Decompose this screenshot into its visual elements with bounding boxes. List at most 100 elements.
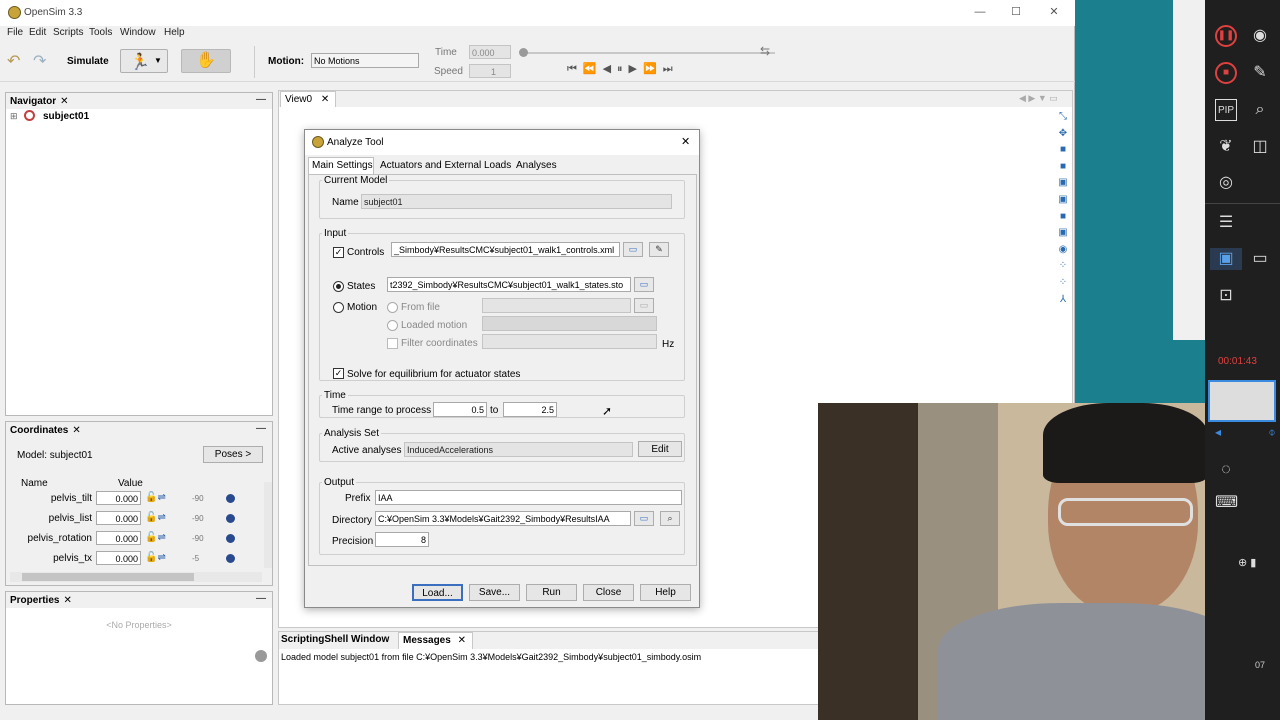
close-button[interactable]: Close [583,584,634,601]
stop-hand-button[interactable]: ✋ [181,49,231,73]
coord-value-field[interactable]: 0.000 [96,551,141,565]
dialog-close-icon[interactable]: ✕ [681,135,690,148]
preview-thumbnail[interactable] [1208,380,1276,422]
states-file-field[interactable]: t2392_Simbody¥ResultsCMC¥subject01_walk1… [387,277,631,292]
tab-messages[interactable]: Messages ✕ [398,632,473,649]
from-file-field [482,298,631,313]
zoom-icon[interactable]: ⌕ [1249,99,1271,121]
states-radio[interactable] [333,281,344,292]
keyboard-icon[interactable]: ⌨ [1215,492,1238,514]
properties-close-icon[interactable]: ✕ [63,595,71,606]
navigator-close-icon[interactable]: ✕ [60,96,68,107]
speaker-icon[interactable]: ◂ [1207,421,1229,443]
edit-analyses-button[interactable]: Edit [638,441,682,457]
precision-field[interactable]: 8 [375,532,429,547]
folder-icon[interactable]: ▭ [634,511,654,526]
lock-clamp-icons[interactable]: 🔓⇌ [145,512,166,523]
view-side-toolbar[interactable]: ⤡ ✥ ■ ■ ▣ ▣ ■ ▣ ◉ ⁘ ⁘ ⅄ [1055,109,1071,309]
undo-icon[interactable]: ↶ [7,54,27,70]
tab-nav-arrows[interactable]: ◀ ▶ ▼ ▭ [1019,93,1058,104]
tab-actuators[interactable]: Actuators and External Loads [380,160,511,171]
directory-field[interactable]: C:¥OpenSim 3.3¥Models¥Gait2392_Simbody¥R… [375,511,631,526]
tab-main-settings[interactable]: Main Settings [308,157,374,174]
browse-search-icon[interactable]: ⌕ [660,511,680,526]
group-title: Output [322,477,357,488]
simulate-run-button[interactable]: 🏃 ▼ [120,49,168,73]
minimize-panel-icon[interactable]: — [256,593,266,604]
effect-icon[interactable]: ❦ [1215,136,1237,158]
time-to-field[interactable]: 2.5 [503,402,557,417]
help-button[interactable]: Help [640,584,691,601]
coord-slider-thumb[interactable] [226,514,235,523]
coordinates-close-icon[interactable]: ✕ [72,425,80,436]
stop-record-icon[interactable]: ■ [1215,62,1237,84]
help-circle-icon[interactable] [255,650,267,662]
pen-icon[interactable]: ✎ [1249,62,1271,84]
coord-slider-thumb[interactable] [226,494,235,503]
menu-scripts[interactable]: Scripts [53,27,84,38]
time-from-field[interactable]: 0.5 [433,402,487,417]
minimize-button[interactable]: — [973,5,987,19]
filter-checkbox[interactable] [387,338,398,349]
run-button[interactable]: Run [526,584,577,601]
coord-value-field[interactable]: 0.000 [96,531,141,545]
menu-window[interactable]: Window [120,27,156,38]
tab-analyses[interactable]: Analyses [516,160,557,171]
tray-icons[interactable]: ⊕ ▮ [1238,556,1256,569]
menu-tools[interactable]: Tools [89,27,112,38]
from-file-radio[interactable] [387,302,398,313]
scrollbar-thumb[interactable] [22,573,194,581]
eye-icon[interactable]: ◎ [1215,172,1237,194]
coord-value-field[interactable]: 0.000 [96,511,141,525]
time-field[interactable]: 0.000 [469,45,511,59]
save-button[interactable]: Save... [469,584,520,601]
lock-clamp-icons[interactable]: 🔓⇌ [145,552,166,563]
motion-radio[interactable] [333,302,344,313]
camera-icon[interactable]: ◉ [1249,25,1271,47]
motion-select[interactable]: No Motions [311,53,419,68]
load-button[interactable]: Load... [412,584,463,601]
tab-view0[interactable]: View0 ✕ [280,91,336,107]
horizontal-scrollbar[interactable] [10,572,262,582]
pause-record-icon[interactable]: ❚❚ [1215,25,1237,47]
maximize-button[interactable]: ☐ [1009,5,1023,19]
redo-icon[interactable]: ↷ [33,54,53,70]
webcam-toggle-icon[interactable]: ◌ [1215,459,1237,481]
time-slider-thumb[interactable] [519,48,528,57]
lock-clamp-icons[interactable]: 🔓⇌ [145,532,166,543]
menu-help[interactable]: Help [164,27,185,38]
poses-button[interactable]: Poses > [203,446,263,463]
minimize-panel-icon[interactable]: — [256,423,266,434]
controls-file-field[interactable]: _Simbody¥ResultsCMC¥subject01_walk1_cont… [391,242,620,257]
loop-icon[interactable]: ⇆ [760,44,770,58]
coord-value-field[interactable]: 0.000 [96,491,141,505]
expand-tree-icon[interactable]: ⊞ [10,111,18,122]
camera-frame-icon[interactable]: ⊡ [1215,285,1237,307]
edit-file-icon[interactable]: ✎ [649,242,669,257]
pip-icon[interactable]: PIP [1215,99,1237,121]
menu-file[interactable]: File [7,27,23,38]
speed-spinner[interactable]: 1 [469,64,511,78]
prefix-field[interactable]: IAA [375,490,682,505]
minimize-panel-icon[interactable]: — [256,94,266,105]
name-label: Name [332,197,359,208]
solve-equilibrium-checkbox[interactable]: ✓ [333,368,344,379]
lock-clamp-icons[interactable]: 🔓⇌ [145,492,166,503]
menu-edit[interactable]: Edit [29,27,46,38]
navigator-model-node[interactable]: subject01 [43,111,89,122]
loaded-motion-radio[interactable] [387,320,398,331]
playback-controls[interactable]: ⏮⏪◀⏸▶⏩⏭ [567,62,679,76]
layout-icon[interactable]: ▣ [1210,248,1242,270]
settings-sliders-icon[interactable]: ☰ [1215,212,1237,234]
vertical-scrollbar[interactable] [264,482,272,568]
coord-slider-thumb[interactable] [226,534,235,543]
screen-icon[interactable]: ▭ [1249,248,1271,270]
controls-checkbox[interactable]: ✓ [333,247,344,258]
folder-icon[interactable]: ▭ [634,277,654,292]
close-window-button[interactable]: ✕ [1047,5,1061,19]
tab-scripting-shell[interactable]: ScriptingShell Window [281,634,389,645]
coord-slider-thumb[interactable] [226,554,235,563]
flip-icon[interactable]: ◫ [1249,136,1271,158]
mic-icon[interactable]: ⌽ [1261,421,1280,443]
folder-icon[interactable]: ▭ [623,242,643,257]
